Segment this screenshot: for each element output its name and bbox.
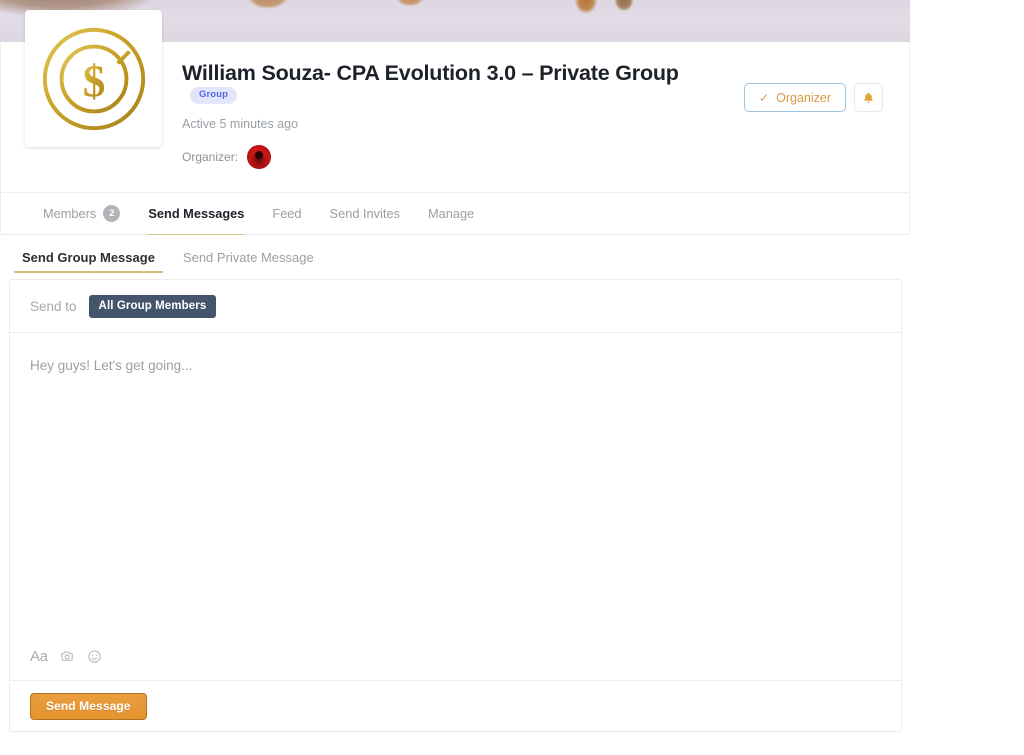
message-composer-card: Send to All Group Members Hey guys! Let'… bbox=[9, 279, 902, 732]
organizer-button[interactable]: ✓ Organizer bbox=[744, 83, 846, 112]
tab-members-label: Members bbox=[43, 206, 96, 221]
content-column: $ William Souza- CPA Evolution 3.0 – Pri… bbox=[0, 0, 910, 732]
organizer-avatar[interactable] bbox=[247, 145, 271, 169]
subtab-send-group-message-label: Send Group Message bbox=[22, 250, 155, 265]
svg-text:$: $ bbox=[82, 56, 105, 106]
text-format-icon[interactable]: Aa bbox=[30, 648, 48, 665]
group-header-text: William Souza- CPA Evolution 3.0 – Priva… bbox=[182, 59, 702, 169]
send-message-button[interactable]: Send Message bbox=[30, 693, 147, 720]
group-type-badge: Group bbox=[190, 87, 237, 104]
header-actions: ✓ Organizer bbox=[744, 83, 883, 112]
composer-footer: Send Message bbox=[10, 681, 901, 731]
tab-send-invites[interactable]: Send Invites bbox=[316, 192, 414, 235]
subtab-send-group-message[interactable]: Send Group Message bbox=[8, 235, 169, 279]
organizer-row: Organizer: bbox=[182, 145, 702, 169]
bell-icon bbox=[862, 91, 875, 105]
group-messages-page: $ William Souza- CPA Evolution 3.0 – Pri… bbox=[0, 0, 1024, 755]
message-input[interactable]: Hey guys! Let's get going... bbox=[10, 333, 901, 633]
notification-button[interactable] bbox=[854, 83, 883, 112]
group-activity-status: Active 5 minutes ago bbox=[182, 116, 702, 132]
send-to-row: Send to All Group Members bbox=[10, 280, 901, 333]
group-title-wrap: William Souza- CPA Evolution 3.0 – Priva… bbox=[182, 59, 702, 107]
tab-feed-label: Feed bbox=[272, 206, 301, 221]
recipient-chip[interactable]: All Group Members bbox=[89, 295, 217, 318]
tab-send-messages-label: Send Messages bbox=[148, 206, 244, 221]
message-subtabs: Send Group Message Send Private Message bbox=[0, 235, 910, 279]
send-to-label: Send to bbox=[30, 299, 77, 314]
organizer-button-label: Organizer bbox=[776, 91, 831, 105]
dollar-pie-chart-logo-icon: $ bbox=[35, 20, 153, 138]
group-nav-tabs: Members 2 Send Messages Feed Send Invite… bbox=[0, 192, 910, 235]
tab-members[interactable]: Members 2 bbox=[29, 192, 134, 235]
organizer-label: Organizer: bbox=[182, 150, 238, 164]
check-icon: ✓ bbox=[759, 92, 769, 104]
tab-manage-label: Manage bbox=[428, 206, 474, 221]
members-count-badge: 2 bbox=[103, 205, 120, 222]
subtab-send-private-message[interactable]: Send Private Message bbox=[169, 235, 328, 279]
page-title: William Souza- CPA Evolution 3.0 – Priva… bbox=[182, 61, 679, 85]
camera-icon[interactable] bbox=[60, 649, 75, 664]
emoji-icon[interactable] bbox=[87, 649, 102, 664]
composer-toolbar: Aa bbox=[10, 633, 901, 681]
group-logo[interactable]: $ bbox=[25, 10, 162, 147]
tab-feed[interactable]: Feed bbox=[258, 192, 315, 235]
tab-manage[interactable]: Manage bbox=[414, 192, 488, 235]
subtab-send-private-message-label: Send Private Message bbox=[183, 250, 314, 265]
tab-send-messages[interactable]: Send Messages bbox=[134, 192, 258, 235]
message-placeholder: Hey guys! Let's get going... bbox=[30, 356, 881, 376]
group-header-card: $ William Souza- CPA Evolution 3.0 – Pri… bbox=[0, 42, 910, 192]
tab-send-invites-label: Send Invites bbox=[330, 206, 400, 221]
